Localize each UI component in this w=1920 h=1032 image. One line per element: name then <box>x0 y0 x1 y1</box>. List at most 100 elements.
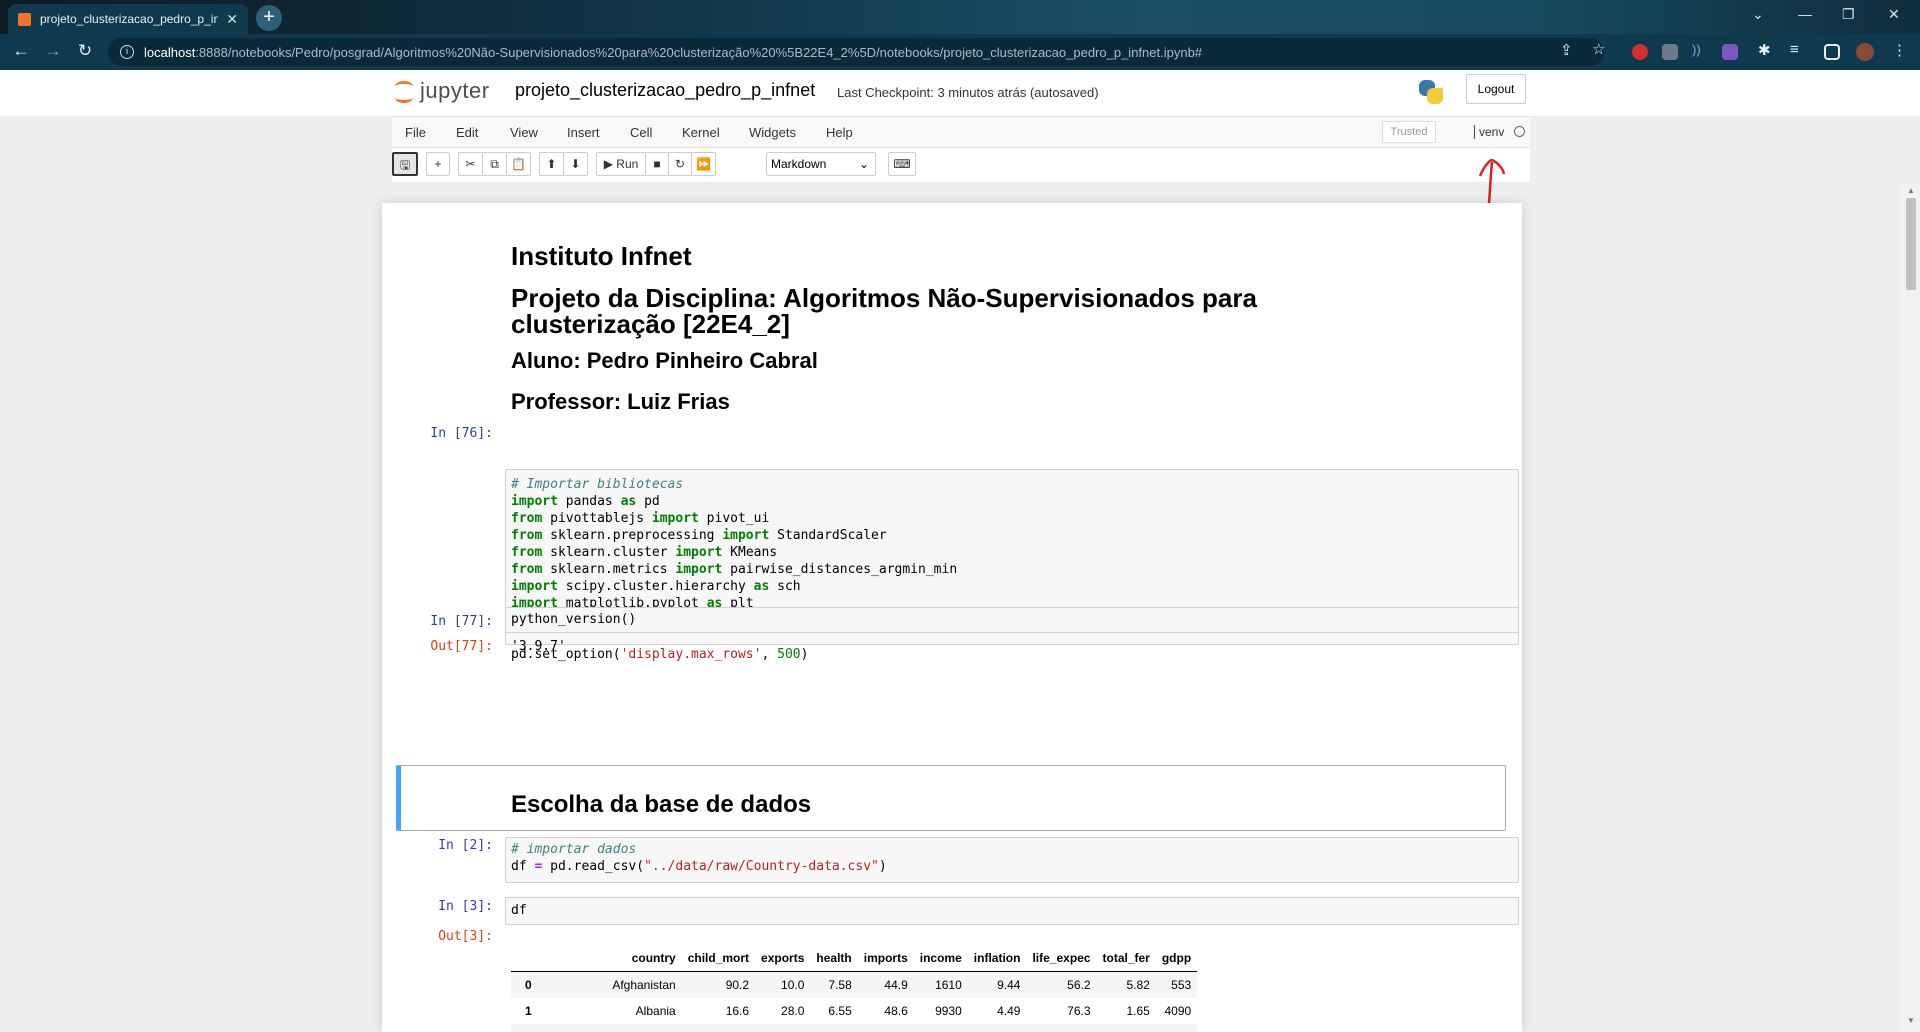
column-header: total_fer <box>1096 945 1156 972</box>
output-prompt-77: Out[77]: <box>430 639 493 654</box>
trusted-indicator[interactable]: Trusted <box>1382 121 1436 143</box>
jupyter-logo-icon <box>394 78 416 104</box>
heading-dataset: Escolha da base de dados <box>511 791 812 818</box>
table-cell: 1610 <box>913 971 968 998</box>
command-palette-button[interactable]: ⌨ <box>888 152 916 176</box>
close-tab-icon[interactable]: ✕ <box>226 11 238 28</box>
table-cell: 12900 <box>913 1024 968 1032</box>
table-cell: 44.9 <box>857 971 914 998</box>
url-path: :8888/notebooks/Pedro/posgrad/Algoritmos… <box>195 44 1203 60</box>
restart-button[interactable]: ↻ <box>668 152 692 176</box>
table-cell: 553 <box>1155 971 1198 998</box>
code-cell-read-csv[interactable]: # importar dados df = pd.read_csv("../da… <box>505 837 1519 883</box>
column-header: child_mort <box>681 945 756 972</box>
notebook-menubar: File Edit View Insert Cell Kernel Widget… <box>392 116 1530 148</box>
table-cell: 4.49 <box>997 1004 1021 1018</box>
table-cell: 7.58 <box>810 971 858 998</box>
menu-edit[interactable]: Edit <box>456 125 478 140</box>
notebook-container: Instituto Infnet Projeto da Disciplina: … <box>382 203 1522 1032</box>
input-prompt-2: In [2]: <box>438 838 493 853</box>
move-down-button[interactable]: ⬇ <box>563 152 588 176</box>
extensions-puzzle-icon[interactable]: ✱ <box>1758 41 1771 59</box>
table-cell: Albania <box>635 1004 676 1018</box>
column-header: income <box>913 945 968 972</box>
chevron-down-icon: ⌄ <box>858 157 869 171</box>
cell-type-select[interactable]: Markdown ⌄ <box>766 152 876 176</box>
table-cell: 38.4 <box>755 1024 811 1032</box>
new-tab-button[interactable]: + <box>256 5 282 31</box>
extension-m-icon[interactable] <box>1662 44 1678 60</box>
table-cell: 90.2 <box>681 971 756 998</box>
back-arrow-icon[interactable]: ← <box>10 41 32 61</box>
forward-arrow-icon[interactable]: → <box>42 41 64 61</box>
cut-button[interactable]: ✂ <box>458 152 483 176</box>
table-cell: 16.6 <box>725 1004 750 1018</box>
copy-icon: ⧉ <box>490 157 499 171</box>
row-index: 2 <box>511 1024 572 1032</box>
plus-icon: + <box>434 157 442 171</box>
extension-shield-icon[interactable] <box>1722 44 1738 60</box>
row-index: 0 <box>511 971 572 998</box>
menu-widgets[interactable]: Widgets <box>749 125 796 140</box>
bookmark-star-icon[interactable]: ☆ <box>1592 40 1605 58</box>
table-cell: 2.89 <box>1096 1024 1156 1032</box>
table-cell: 16.10 <box>967 1024 1027 1032</box>
reload-icon[interactable]: ↻ <box>74 41 96 61</box>
menu-cell[interactable]: Cell <box>630 125 652 140</box>
restart-run-all-button[interactable]: ⏩ <box>691 152 716 176</box>
save-button[interactable]: 🖫 <box>392 152 418 176</box>
notebook-name[interactable]: projeto_clusterizacao_pedro_p_infnet <box>515 80 815 101</box>
scroll-down-icon[interactable]: ▼ <box>1907 1016 1915 1025</box>
code-cell-python-version[interactable]: python_version() <box>505 607 1519 633</box>
browser-menu-icon[interactable]: ⋮ <box>1892 41 1907 59</box>
menu-insert[interactable]: Insert <box>567 125 600 140</box>
paste-icon: 📋 <box>511 157 526 171</box>
side-panel-icon[interactable] <box>1824 44 1840 60</box>
extension-wave-icon[interactable]: )) <box>1692 42 1708 58</box>
move-up-button[interactable]: ⬆ <box>539 152 564 176</box>
close-window-icon[interactable]: ✕ <box>1888 6 1900 23</box>
menu-kernel[interactable]: Kernel <box>682 125 720 140</box>
reading-list-icon[interactable]: ≡ <box>1790 41 1799 58</box>
python-logo-icon <box>1417 78 1445 106</box>
restore-window-icon[interactable]: ❐ <box>1842 6 1855 23</box>
interrupt-button[interactable]: ■ <box>645 152 669 176</box>
table-cell: 76.3 <box>1067 1004 1091 1018</box>
browser-tab[interactable]: projeto_clusterizacao_pedro_p_in ✕ <box>8 4 248 34</box>
tab-search-chevron-icon[interactable]: ⌄ <box>1752 6 1764 23</box>
menu-file[interactable]: File <box>405 125 426 140</box>
column-header: country <box>571 945 682 972</box>
share-icon[interactable]: ⇪ <box>1560 41 1573 59</box>
column-header: inflation <box>967 945 1027 972</box>
table-cell: 27.3 <box>681 1024 756 1032</box>
menu-view[interactable]: View <box>510 125 538 140</box>
table-cell: 76.5 <box>1026 1024 1097 1032</box>
column-header: life_expec <box>1026 945 1097 972</box>
insert-cell-button[interactable]: + <box>426 152 450 176</box>
kernel-name[interactable]: venv <box>1474 125 1504 139</box>
dataframe-output-table: country child_mort exports health import… <box>511 945 1198 1032</box>
restart-icon: ↻ <box>674 157 686 171</box>
extension-record-icon[interactable] <box>1632 44 1648 60</box>
run-button[interactable]: ▶ Run <box>596 152 646 176</box>
browser-address-bar: ← → ↻ i localhost:8888/notebooks/Pedro/p… <box>0 34 1920 70</box>
jupyter-logo[interactable]: jupyter <box>394 78 490 104</box>
code-cell-df[interactable]: df <box>505 897 1519 925</box>
minimize-window-icon[interactable]: — <box>1798 6 1812 22</box>
menu-help[interactable]: Help <box>826 125 853 140</box>
paste-button[interactable]: 📋 <box>506 152 531 176</box>
output-python-version: '3.9.7' <box>511 639 566 654</box>
table-cell: 4090 <box>1164 1004 1192 1018</box>
logout-button[interactable]: Logout <box>1466 74 1526 104</box>
url-field[interactable]: i localhost:8888/notebooks/Pedro/posgrad… <box>108 38 1604 66</box>
copy-button[interactable]: ⧉ <box>482 152 507 176</box>
profile-avatar[interactable] <box>1856 43 1874 61</box>
arrow-up-icon: ⬆ <box>546 157 557 171</box>
scrollbar-thumb[interactable] <box>1906 198 1916 290</box>
table-row: 0 Afghanistan 90.2 10.0 7.58 44.9 1610 9… <box>511 971 1198 998</box>
site-info-icon[interactable]: i <box>120 45 134 59</box>
page-scrollbar[interactable]: ▲ ▼ <box>1902 184 1920 1032</box>
stop-icon: ■ <box>653 157 661 171</box>
column-header: imports <box>857 945 914 972</box>
scroll-up-icon[interactable]: ▲ <box>1907 186 1915 195</box>
